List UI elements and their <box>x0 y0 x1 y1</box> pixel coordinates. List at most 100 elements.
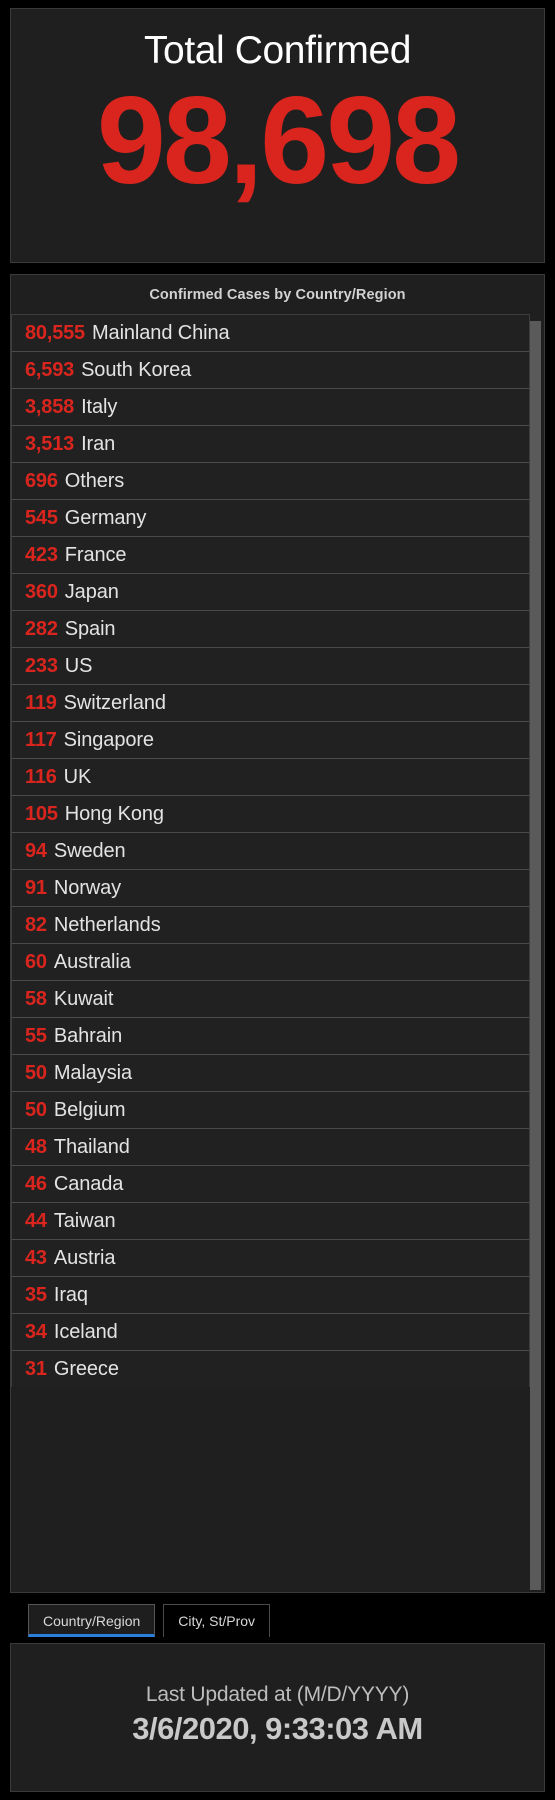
list-item[interactable]: 360 Japan <box>11 573 530 610</box>
list-item-region: Switzerland <box>63 691 166 714</box>
list-item-region: Mainland China <box>91 321 230 344</box>
list-item-count: 105 <box>25 802 58 825</box>
list-item[interactable]: 105 Hong Kong <box>11 795 530 832</box>
list-item[interactable]: 46 Canada <box>11 1165 530 1202</box>
list-item-region: Japan <box>64 580 119 603</box>
list-item-count: 31 <box>25 1357 47 1380</box>
list-item-count: 60 <box>25 950 47 973</box>
list-item-region: Italy <box>81 395 118 418</box>
list-item-count: 117 <box>25 728 57 751</box>
list-item[interactable]: 35 Iraq <box>11 1276 530 1313</box>
list-item-count: 50 <box>25 1061 47 1084</box>
list-item-count: 43 <box>25 1246 47 1269</box>
list-item-region: Canada <box>53 1172 124 1195</box>
list-item-region: Sweden <box>53 839 126 862</box>
list-item-region: Thailand <box>53 1135 130 1158</box>
list-item-region: Germany <box>64 506 147 529</box>
covid-dashboard-panel: Total Confirmed 98,698 Confirmed Cases b… <box>0 0 555 1800</box>
list-item[interactable]: 50 Belgium <box>11 1091 530 1128</box>
list-item-count: 94 <box>25 839 47 862</box>
list-item-count: 282 <box>25 617 58 640</box>
list-item[interactable]: 58 Kuwait <box>11 980 530 1017</box>
list-item-count: 6,593 <box>25 358 75 381</box>
list-view-tabbar: Country/Region City, St/Prov <box>10 1593 545 1637</box>
list-item-region: Iran <box>81 432 116 455</box>
list-item-region: Netherlands <box>53 913 161 936</box>
total-confirmed-panel: Total Confirmed 98,698 <box>10 8 545 263</box>
list-item[interactable]: 82 Netherlands <box>11 906 530 943</box>
list-item-region: Iceland <box>53 1320 118 1343</box>
list-item-count: 3,858 <box>25 395 75 418</box>
list-item-region: Malaysia <box>53 1061 132 1084</box>
list-item-count: 423 <box>25 543 58 566</box>
list-item-count: 119 <box>25 691 57 714</box>
list-item-region: Singapore <box>63 728 154 751</box>
list-item[interactable]: 55 Bahrain <box>11 1017 530 1054</box>
list-item[interactable]: 116 UK <box>11 758 530 795</box>
last-updated-label: Last Updated at (M/D/YYYY) <box>145 1682 410 1706</box>
last-updated-panel: Last Updated at (M/D/YYYY) 3/6/2020, 9:3… <box>10 1643 545 1792</box>
list-item[interactable]: 233 US <box>11 647 530 684</box>
list-item[interactable]: 282 Spain <box>11 610 530 647</box>
list-item[interactable]: 44 Taiwan <box>11 1202 530 1239</box>
list-item[interactable]: 696 Others <box>11 462 530 499</box>
list-item[interactable]: 423 France <box>11 536 530 573</box>
list-item[interactable]: 80,555 Mainland China <box>11 314 530 351</box>
confirmed-cases-list-panel: Confirmed Cases by Country/Region 80,555… <box>10 274 545 1593</box>
list-scrollbar[interactable] <box>530 321 541 1590</box>
list-item-count: 545 <box>25 506 58 529</box>
list-item-count: 233 <box>25 654 58 677</box>
list-item-count: 116 <box>25 765 57 788</box>
list-item-count: 50 <box>25 1098 47 1121</box>
total-confirmed-title: Total Confirmed <box>143 29 412 72</box>
tab-city-state-prov[interactable]: City, St/Prov <box>163 1604 271 1637</box>
list-item-region: Australia <box>53 950 131 973</box>
list-item[interactable]: 545 Germany <box>11 499 530 536</box>
list-item-count: 82 <box>25 913 47 936</box>
total-confirmed-value: 98,698 <box>96 71 461 210</box>
list-item-region: Bahrain <box>53 1024 123 1047</box>
list-item-count: 35 <box>25 1283 47 1306</box>
list-scrollbar-thumb[interactable] <box>530 321 541 1590</box>
list-item-count: 58 <box>25 987 47 1010</box>
list-item-region: Kuwait <box>53 987 114 1010</box>
list-item[interactable]: 91 Norway <box>11 869 530 906</box>
list-item-region: US <box>64 654 93 677</box>
list-item[interactable]: 60 Australia <box>11 943 530 980</box>
list-item[interactable]: 31 Greece <box>11 1350 530 1387</box>
list-item-region: South Korea <box>81 358 192 381</box>
list-item[interactable]: 34 Iceland <box>11 1313 530 1350</box>
list-item-count: 46 <box>25 1172 47 1195</box>
list-item-count: 55 <box>25 1024 47 1047</box>
list-item[interactable]: 43 Austria <box>11 1239 530 1276</box>
list-item-count: 44 <box>25 1209 47 1232</box>
list-item-region: UK <box>63 765 92 788</box>
list-item[interactable]: 94 Sweden <box>11 832 530 869</box>
list-item-count: 696 <box>25 469 58 492</box>
last-updated-timestamp: 3/6/2020, 9:33:03 AM <box>132 1710 423 1746</box>
list-item-count: 34 <box>25 1320 47 1343</box>
confirmed-cases-list[interactable]: 80,555 Mainland China 6,593 South Korea 3,85… <box>11 314 544 1592</box>
list-item[interactable]: 6,593 South Korea <box>11 351 530 388</box>
list-item-count: 48 <box>25 1135 47 1158</box>
confirmed-cases-list-title: Confirmed Cases by Country/Region <box>149 287 406 303</box>
list-item[interactable]: 117 Singapore <box>11 721 530 758</box>
list-item[interactable]: 3,858 Italy <box>11 388 530 425</box>
list-item-region: Greece <box>53 1357 119 1380</box>
list-item-region: Austria <box>53 1246 116 1269</box>
list-item-region: Hong Kong <box>64 802 164 825</box>
tab-country-region[interactable]: Country/Region <box>28 1604 156 1637</box>
list-item[interactable]: 3,513 Iran <box>11 425 530 462</box>
list-item[interactable]: 50 Malaysia <box>11 1054 530 1091</box>
list-item-region: Others <box>64 469 125 492</box>
list-item-count: 80,555 <box>25 321 85 344</box>
list-item-region: Taiwan <box>53 1209 116 1232</box>
list-item[interactable]: 119 Switzerland <box>11 684 530 721</box>
list-item[interactable]: 48 Thailand <box>11 1128 530 1165</box>
list-item-region: Iraq <box>53 1283 88 1306</box>
list-item-region: France <box>64 543 127 566</box>
list-item-region: Norway <box>53 876 122 899</box>
list-item-count: 91 <box>25 876 47 899</box>
list-item-region: Spain <box>64 617 116 640</box>
list-item-region: Belgium <box>53 1098 126 1121</box>
